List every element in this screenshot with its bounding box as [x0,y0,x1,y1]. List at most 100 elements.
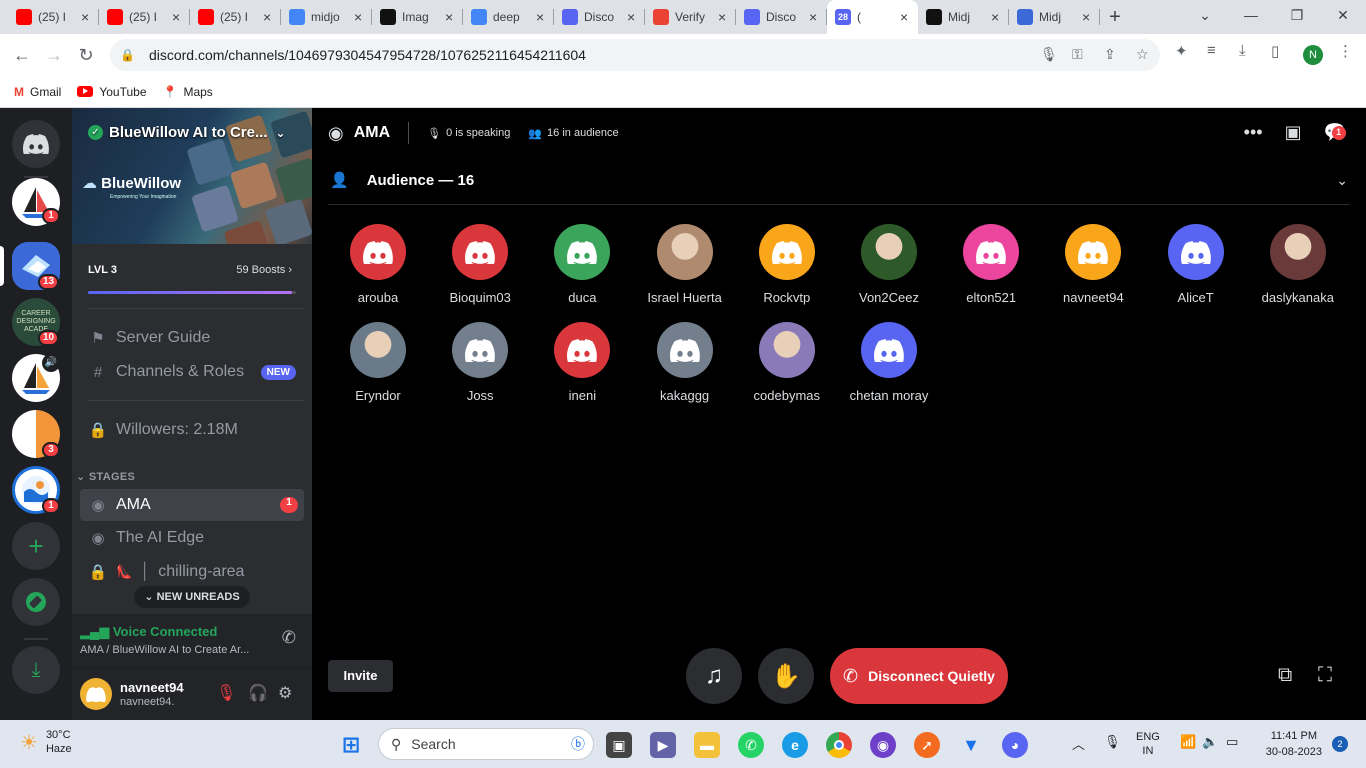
avatar[interactable] [1065,224,1122,280]
close-tab-icon[interactable]: × [172,9,182,25]
audience-member[interactable]: ineni [532,322,632,403]
bookmark-star-icon[interactable]: ☆ [1136,46,1149,63]
server-name-header[interactable]: ✓ BlueWillow AI to Cre... ⌄ [88,124,286,141]
avatar[interactable] [554,322,611,378]
audience-member[interactable]: AliceT [1146,224,1246,305]
avatar[interactable] [452,322,509,378]
bookmark-youtube[interactable]: YouTube [77,85,147,99]
media-control-icon[interactable]: ≡ [1207,42,1216,59]
browser-tab[interactable]: Disco × [554,0,645,34]
teams-icon[interactable]: ▶ [650,732,676,758]
chrome-menu-icon[interactable]: ⋮ [1338,42,1353,60]
bookmark-maps[interactable]: 📍 Maps [163,85,213,99]
avatar[interactable] [350,322,406,378]
browser-tab[interactable]: midjo × [281,0,372,34]
profile-avatar[interactable]: N [1303,45,1323,65]
postman-icon[interactable]: ➚ [914,732,940,758]
audience-member[interactable]: duca [532,224,632,305]
minimize-button[interactable]: — [1228,0,1274,34]
username[interactable]: navneet94 [120,680,184,695]
bookmark-gmail[interactable]: M Gmail [14,85,61,99]
close-tab-icon[interactable]: × [809,9,819,25]
maximize-button[interactable]: ❐ [1274,0,1320,34]
extensions-icon[interactable]: ✦ [1175,42,1188,60]
key-icon[interactable]: ⚿ [1072,46,1083,63]
home-button[interactable] [12,120,60,168]
mic-muted-icon[interactable]: 🎙 [216,683,236,703]
audience-member[interactable]: daslykanaka [1248,224,1348,305]
avatar[interactable] [861,224,917,280]
close-tab-icon[interactable]: × [81,9,91,25]
add-server-button[interactable]: + [12,522,60,570]
battery-icon[interactable]: ▭ [1226,734,1238,750]
voice-location[interactable]: AMA / BlueWillow AI to Create Ar... [80,644,264,656]
avatar[interactable] [656,322,713,378]
headphones-icon[interactable]: 🎧 [248,683,268,703]
audience-member[interactable]: chetan moray [839,322,939,403]
server-guide-item[interactable]: ⚑ Server Guide [80,322,304,354]
gear-icon[interactable]: ⚙ [278,683,292,703]
willowers-count-item[interactable]: 🔒 Willowers: 2.18M [80,414,304,446]
browser-tab[interactable]: Midj × [1009,0,1100,34]
avatar[interactable] [80,678,112,710]
file-explorer-icon[interactable]: ▬ [694,732,720,758]
audience-member[interactable]: Joss [430,322,530,403]
browser-tab[interactable]: Imag × [372,0,463,34]
browser-tab[interactable]: 28 (× [827,0,918,34]
close-tab-icon[interactable]: × [991,9,1001,25]
reload-icon[interactable]: ↻ [70,45,102,66]
popout-screen-icon[interactable]: ▣ [1285,122,1302,143]
audience-header[interactable]: 👤 Audience — 16 [330,171,474,190]
browser-tab[interactable]: (25) I × [190,0,281,34]
browser-tab[interactable]: Disco × [736,0,827,34]
audience-member[interactable]: Israel Huerta [635,224,735,305]
audience-member[interactable]: Von2Ceez [839,224,939,305]
audience-member[interactable]: Bioquim03 [430,224,530,305]
download-icon[interactable]: ⤓ [1239,42,1246,59]
browser-tab[interactable]: Midj × [918,0,1009,34]
microphone-icon[interactable]: 🎙 [1040,46,1058,63]
boosts-link[interactable]: 59 Boosts › [236,264,292,276]
avatar[interactable] [656,224,713,280]
close-tab-icon[interactable]: × [718,9,728,25]
edge-icon[interactable]: e [782,732,808,758]
chat-icon[interactable]: 💬1 [1324,122,1346,143]
windows-start-icon[interactable]: ⊞ [338,732,364,758]
close-tab-icon[interactable]: × [536,9,546,25]
browser-tab[interactable]: (25) I × [99,0,190,34]
close-tab-icon[interactable]: × [263,9,273,25]
browser-tab[interactable]: deep × [463,0,554,34]
vpn-icon[interactable]: ▼ [958,732,984,758]
fullscreen-icon[interactable]: ⛶ [1318,664,1332,687]
task-view-icon[interactable]: ▣ [606,732,632,758]
wifi-icon[interactable]: 📶 [1180,734,1196,750]
close-tab-icon[interactable]: × [1082,9,1092,25]
side-panel-icon[interactable]: ▯ [1271,42,1279,60]
discord-taskbar-icon[interactable]: ◕ [1002,732,1028,758]
whatsapp-icon[interactable]: ✆ [738,732,764,758]
channels-roles-item[interactable]: # Channels & Roles NEW [80,356,304,388]
avatar[interactable] [350,224,406,280]
avatar[interactable] [963,224,1020,280]
soundboard-button[interactable]: ♫ [686,648,742,704]
new-tab-button[interactable]: + [1100,6,1130,29]
avatar[interactable] [758,322,815,378]
address-bar[interactable]: 🔒 discord.com/channels/10469793045479547… [110,39,1160,71]
audience-member[interactable]: codebymas [737,322,837,403]
popout-icon[interactable]: ⧉ [1278,664,1292,687]
audience-member[interactable]: Eryndor [328,322,428,403]
chevron-down-icon[interactable]: ⌄ [1336,172,1348,189]
language-indicator[interactable]: ENG IN [1136,730,1160,758]
raise-hand-button[interactable]: ✋ [758,648,814,704]
back-icon[interactable]: ← [6,45,38,66]
browser-tab[interactable]: Verify × [645,0,736,34]
weather-widget[interactable]: ☀ 30°C Haze [20,728,72,756]
audience-member[interactable]: navneet94 [1043,224,1143,305]
close-tab-icon[interactable]: × [627,9,637,25]
audience-member[interactable]: kakaggg [635,322,735,403]
close-tab-icon[interactable]: × [445,9,455,25]
category-stages[interactable]: ⌄ STAGES [76,470,135,483]
avatar[interactable] [861,322,917,378]
avatar[interactable] [452,224,509,280]
clock[interactable]: 11:41 PM 30-08-2023 [1266,728,1322,760]
